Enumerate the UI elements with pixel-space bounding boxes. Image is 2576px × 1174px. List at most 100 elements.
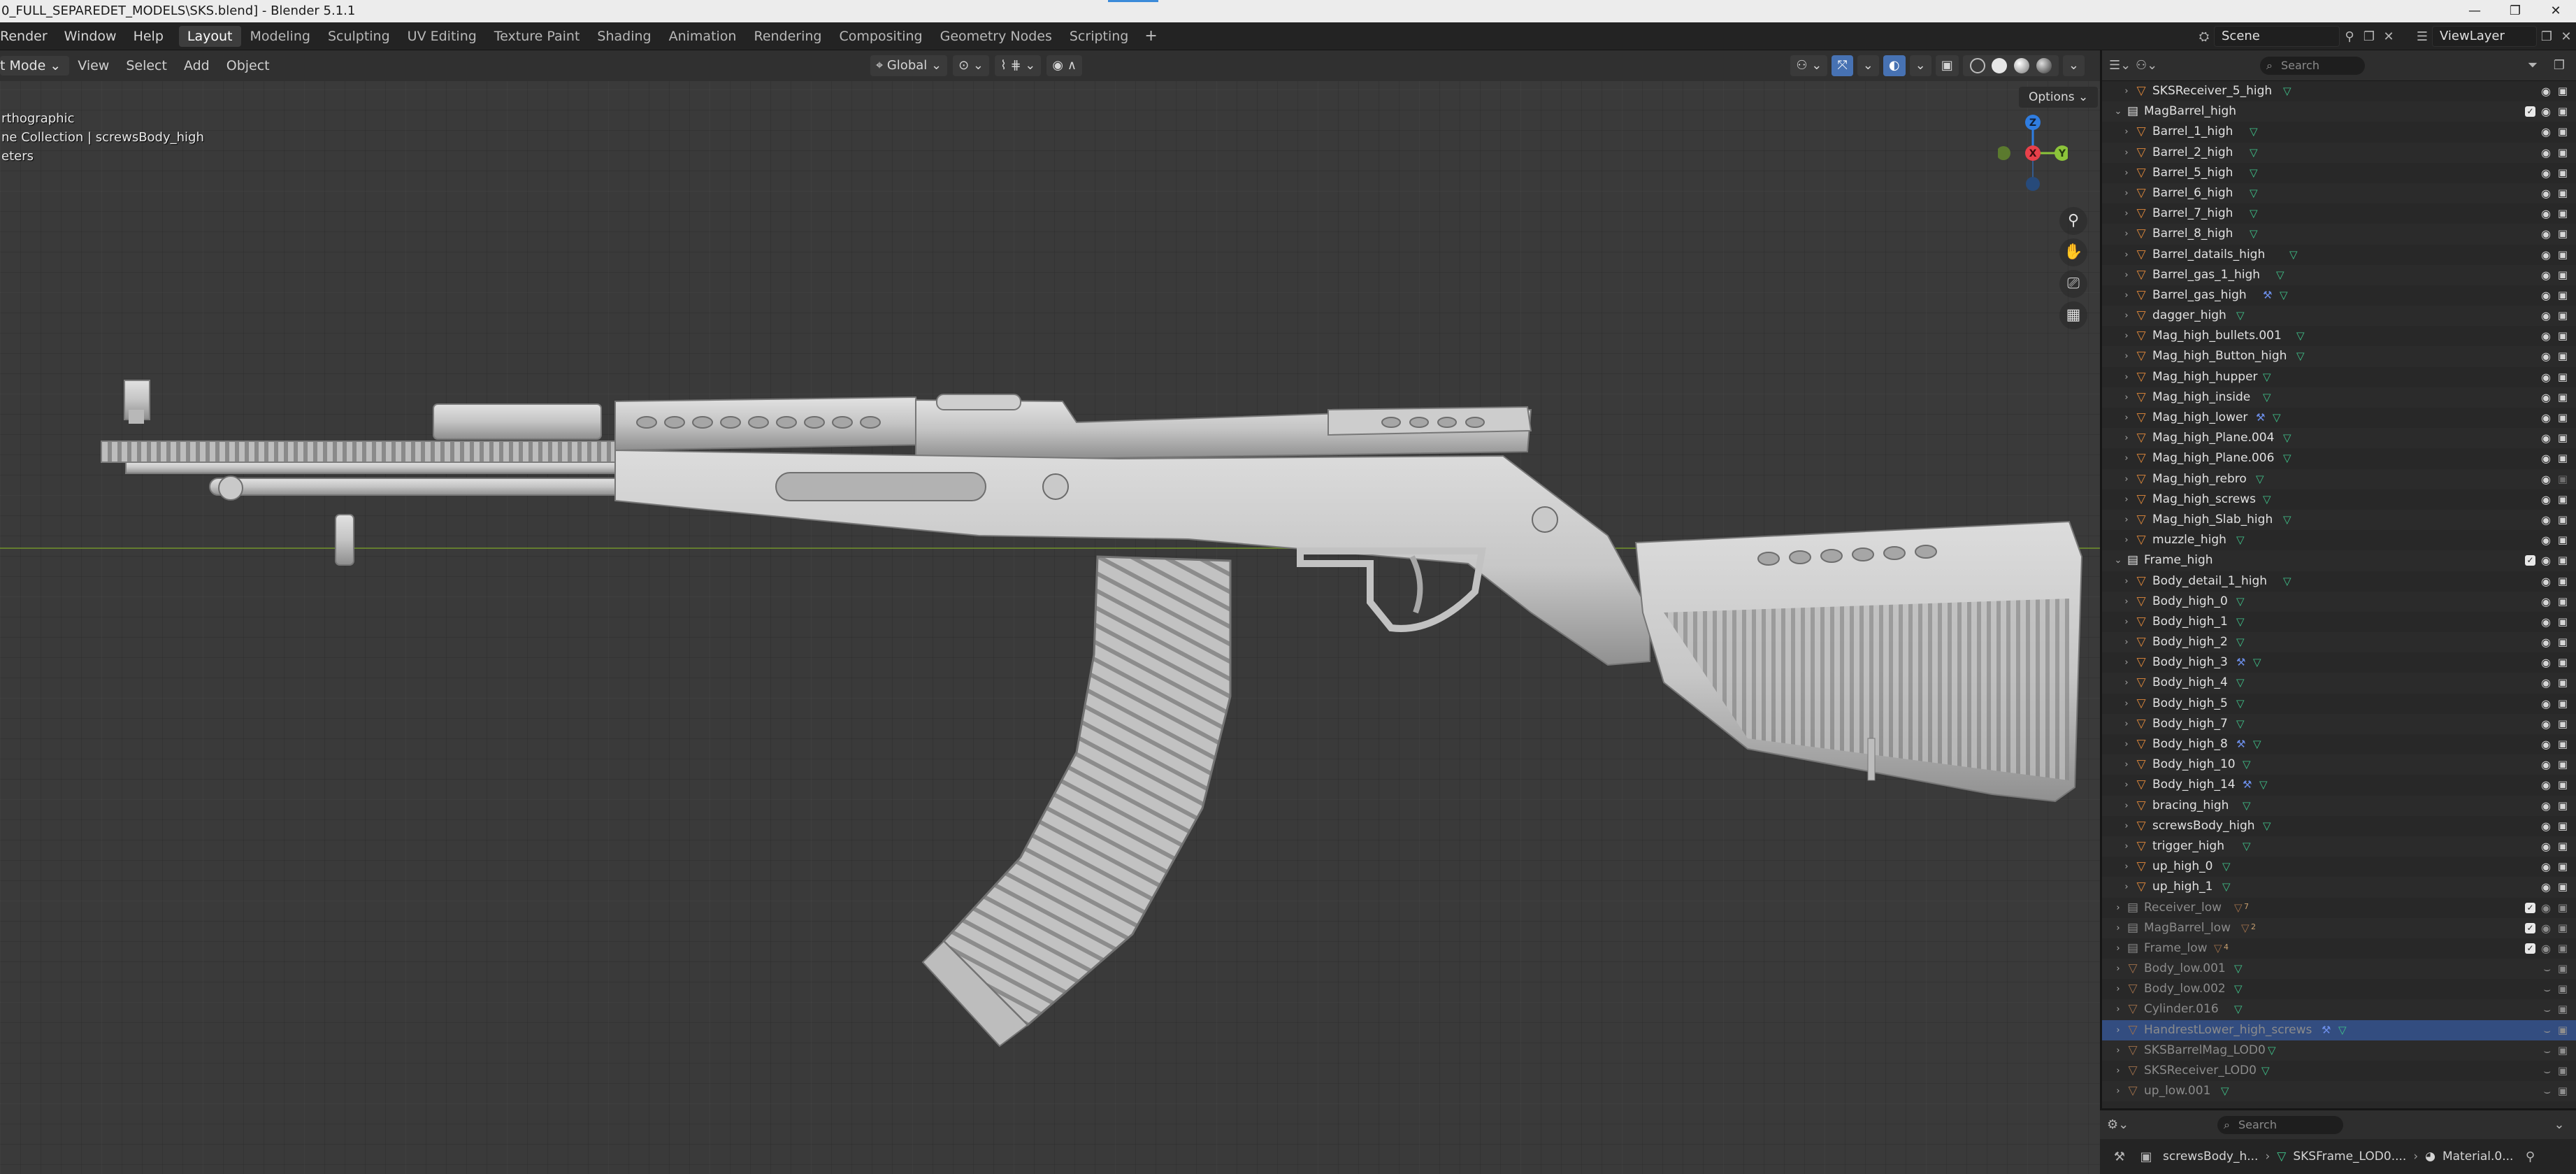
camera-icon[interactable]: ▣: [2558, 143, 2568, 163]
tab-sculpting[interactable]: Sculpting: [319, 26, 398, 47]
outliner-collection-row[interactable]: ⌄ ▤ Frame_high ✓ ◉ ▣: [2102, 550, 2576, 571]
camera-icon[interactable]: ▣: [2558, 694, 2568, 714]
outliner-object-row[interactable]: › ▽ Barrel_2_high ▽ ◉ ▣: [2102, 142, 2576, 163]
eye-icon[interactable]: ◉: [2541, 632, 2551, 652]
outliner-object-row[interactable]: › ▽ Body_high_7 ▽ ◉ ▣: [2102, 713, 2576, 734]
tab-compositing[interactable]: Compositing: [831, 26, 931, 47]
mesh-data-icon[interactable]: ▽: [2289, 245, 2298, 265]
mesh-data-icon[interactable]: ▽: [2263, 387, 2271, 408]
camera-icon[interactable]: ▣: [2558, 673, 2568, 693]
material-shading-icon[interactable]: [2014, 58, 2030, 73]
menu-render[interactable]: Render: [0, 29, 56, 44]
eye-icon[interactable]: ◉: [2541, 224, 2551, 244]
new-scene-icon[interactable]: ❐: [2359, 29, 2379, 44]
camera-icon[interactable]: ▣: [2558, 571, 2568, 592]
mesh-data-icon[interactable]: ▽: [2250, 183, 2258, 203]
chevron-right-icon[interactable]: ›: [2120, 122, 2133, 142]
mesh-data-icon[interactable]: ▽: [2236, 612, 2245, 632]
outliner-object-row[interactable]: › ▽ Barrel_8_high ▽ ◉ ▣: [2102, 224, 2576, 245]
pivot-point-dropdown[interactable]: ⊙ ⌄: [953, 55, 989, 76]
menu-window[interactable]: Window: [56, 29, 125, 44]
mesh-data-icon[interactable]: ▽: [2236, 530, 2245, 550]
mesh-data-icon[interactable]: ▽: [2222, 857, 2231, 877]
mesh-data-icon[interactable]: ▽: [2236, 673, 2245, 693]
chevron-right-icon[interactable]: ›: [2120, 530, 2133, 550]
eye-icon[interactable]: ◉: [2541, 81, 2551, 101]
chevron-right-icon[interactable]: ›: [2120, 143, 2133, 163]
pin-icon[interactable]: ⚲: [2520, 1150, 2540, 1164]
eye-icon[interactable]: ◉: [2541, 796, 2551, 816]
camera-icon[interactable]: ▣: [2558, 959, 2568, 979]
eye-closed-icon[interactable]: ⌣: [2543, 1040, 2551, 1061]
outliner-object-row[interactable]: › ▽ Mag_high_inside ▽ ◉ ▣: [2102, 387, 2576, 408]
outliner-object-row[interactable]: › ▽ trigger_high ▽ ◉ ▣: [2102, 836, 2576, 857]
eye-icon[interactable]: ◉: [2541, 122, 2551, 142]
mesh-data-icon[interactable]: ▽: [2338, 1020, 2347, 1040]
editor-type-icon[interactable]: ☰⌄: [2109, 58, 2131, 73]
chevron-right-icon[interactable]: ›: [2120, 367, 2133, 387]
minimize-button[interactable]: —: [2454, 0, 2495, 22]
tab-geometry-nodes[interactable]: Geometry Nodes: [932, 26, 1060, 47]
chevron-right-icon[interactable]: ›: [2120, 81, 2133, 101]
chevron-right-icon[interactable]: ›: [2120, 510, 2133, 530]
outliner-object-row[interactable]: › ▽ Mag_high_Plane.004 ▽ ◉ ▣: [2102, 428, 2576, 449]
tab-animation[interactable]: Animation: [661, 26, 745, 47]
eye-icon[interactable]: ◉: [2541, 408, 2551, 428]
eye-icon[interactable]: ◉: [2541, 530, 2551, 550]
chevron-right-icon[interactable]: ›: [2120, 265, 2133, 285]
chevron-right-icon[interactable]: ›: [2120, 428, 2133, 448]
mesh-data-icon[interactable]: ▽: [2283, 81, 2291, 101]
chevron-right-icon[interactable]: ›: [2120, 469, 2133, 489]
camera-icon[interactable]: ▣: [2558, 101, 2568, 122]
chevron-right-icon[interactable]: ›: [2120, 673, 2133, 693]
mesh-data-icon[interactable]: ▽: [2243, 836, 2251, 857]
chevron-right-icon[interactable]: ›: [2120, 245, 2133, 265]
eye-closed-icon[interactable]: ⌣: [2543, 1020, 2551, 1040]
breadcrumb-object[interactable]: screwsBody_h...: [2163, 1150, 2258, 1164]
chevron-right-icon[interactable]: ›: [2112, 1081, 2124, 1101]
exclude-checkbox[interactable]: ✓: [2525, 902, 2535, 913]
display-mode-icon[interactable]: ⚇⌄: [2136, 58, 2157, 73]
camera-icon[interactable]: ▣: [2558, 510, 2568, 530]
mesh-data-icon[interactable]: ▽: [2234, 979, 2243, 999]
mesh-data-icon[interactable]: ▽: [2261, 1061, 2270, 1081]
eye-icon[interactable]: ◉: [2541, 245, 2551, 265]
outliner-object-row[interactable]: › ▽ up_high_0 ▽ ◉ ▣: [2102, 857, 2576, 877]
camera-icon[interactable]: ▣: [2558, 1081, 2568, 1101]
eye-icon[interactable]: ◉: [2541, 877, 2551, 897]
camera-icon[interactable]: ▣: [2558, 408, 2568, 428]
mesh-data-icon[interactable]: ▽: [2243, 796, 2251, 816]
eye-icon[interactable]: ◉: [2541, 612, 2551, 632]
eye-icon[interactable]: ◉: [2541, 734, 2551, 754]
outliner-object-row[interactable]: › ▽ Mag_high_Slab_high ▽ ◉ ▣: [2102, 509, 2576, 531]
chevron-right-icon[interactable]: ›: [2120, 612, 2133, 632]
outliner-object-row[interactable]: › ▽ Body_detail_1_high ▽ ◉ ▣: [2102, 571, 2576, 592]
eye-icon[interactable]: ◉: [2541, 326, 2551, 346]
3d-viewport[interactable]: rthographic ne Collection | screwsBody_h…: [0, 81, 2100, 1174]
properties-search-input[interactable]: Search: [2217, 1115, 2343, 1134]
camera-icon[interactable]: ▣: [2558, 203, 2568, 224]
properties-editor-icon[interactable]: ⚙⌄: [2107, 1117, 2129, 1132]
mesh-data-icon[interactable]: ▽: [2283, 510, 2291, 530]
breadcrumb-mesh[interactable]: SKSFrame_LOD0....: [2293, 1150, 2406, 1164]
camera-icon[interactable]: ▣: [2558, 428, 2568, 448]
eye-icon[interactable]: ◉: [2541, 550, 2551, 571]
shading-modes[interactable]: [1962, 55, 2059, 76]
outliner-object-row[interactable]: › ▽ Barrel_7_high ▽ ◉ ▣: [2102, 203, 2576, 224]
camera-icon[interactable]: ▣: [2558, 1061, 2568, 1081]
camera-icon[interactable]: ▣: [2558, 81, 2568, 101]
outliner-object-row[interactable]: › ▽ Barrel_6_high ▽ ◉ ▣: [2102, 182, 2576, 204]
chevron-right-icon[interactable]: ›: [2112, 979, 2124, 999]
menu-object[interactable]: Object: [218, 58, 278, 73]
tab-texture-paint[interactable]: Texture Paint: [486, 26, 589, 47]
eye-icon[interactable]: ◉: [2541, 163, 2551, 183]
camera-icon[interactable]: ▣: [2558, 816, 2568, 836]
camera-icon[interactable]: ▣: [2558, 632, 2568, 652]
chevron-right-icon[interactable]: ›: [2112, 1020, 2124, 1040]
chevron-right-icon[interactable]: ›: [2120, 163, 2133, 183]
chevron-right-icon[interactable]: ›: [2120, 346, 2133, 366]
solid-shading-icon[interactable]: [1992, 58, 2008, 73]
chevron-right-icon[interactable]: ›: [2112, 1040, 2124, 1061]
outliner-object-row[interactable]: › ▽ muzzle_high ▽ ◉ ▣: [2102, 530, 2576, 550]
chevron-right-icon[interactable]: ›: [2120, 592, 2133, 612]
